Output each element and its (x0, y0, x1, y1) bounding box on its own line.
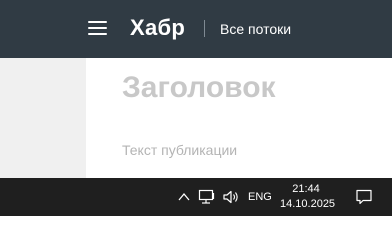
volume-icon[interactable] (222, 189, 240, 205)
taskbar: ENG 21:44 14.10.2025 (0, 178, 392, 216)
clock-time: 21:44 (292, 183, 320, 195)
taskbar-clock[interactable]: 21:44 14.10.2025 (280, 182, 336, 212)
post-text-field[interactable]: Текст публикации (122, 142, 237, 158)
network-icon[interactable] (198, 189, 216, 205)
header-divider (204, 20, 205, 37)
site-header: Хабр Все потоки (0, 0, 392, 58)
notification-icon[interactable] (355, 188, 373, 206)
chevron-up-icon[interactable] (177, 190, 191, 204)
input-language-indicator[interactable]: ENG (248, 190, 272, 204)
left-gutter (0, 58, 86, 178)
menu-icon[interactable] (88, 20, 107, 36)
clock-date: 14.10.2025 (280, 198, 336, 210)
site-logo[interactable]: Хабр (130, 15, 185, 41)
post-title-field[interactable]: Заголовок (122, 71, 276, 105)
all-flows-link[interactable]: Все потоки (220, 21, 291, 37)
post-editor: Заголовок Текст публикации (86, 58, 392, 178)
